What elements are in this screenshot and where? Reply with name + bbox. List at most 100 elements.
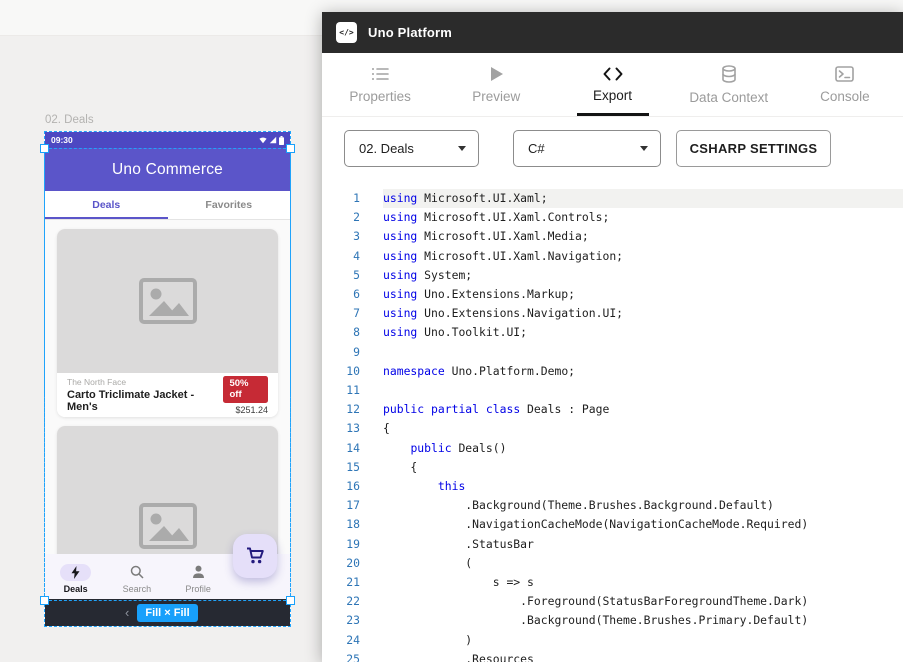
line-number: 8 [322,323,360,342]
line-number: 22 [322,592,360,611]
code-text: ( [383,554,903,573]
code-text: .Foreground(StatusBarForegroundTheme.Dar… [383,592,903,611]
code-text: .Background(Theme.Brushes.Primary.Defaul… [383,611,903,630]
app-tab-bar: Deals Favorites [45,191,290,220]
panel-title: Uno Platform [368,25,452,40]
signal-icon [269,136,277,144]
nav-item-deals[interactable]: Deals [45,564,106,594]
frame-label[interactable]: 02. Deals [45,114,94,126]
code-line: 15 { [322,458,903,477]
selection-handle[interactable] [286,144,295,153]
line-number: 14 [322,439,360,458]
code-line: 10namespace Uno.Platform.Demo; [322,362,903,381]
code-line: 9 [322,343,903,362]
code-text: using Uno.Extensions.Navigation.UI; [383,304,903,323]
code-text: .Background(Theme.Brushes.Background.Def… [383,496,903,515]
properties-icon [371,66,390,82]
code-line: 6using Uno.Extensions.Markup; [322,285,903,304]
code-line: 22 .Foreground(StatusBarForegroundTheme.… [322,592,903,611]
code-text: .Resources [383,650,903,662]
database-icon [721,65,737,83]
code-line: 17 .Background(Theme.Brushes.Background.… [322,496,903,515]
tab-properties[interactable]: Properties [322,53,438,116]
discount-badge: 50% off [223,376,268,403]
language-select-value: C# [528,141,545,156]
line-number: 23 [322,611,360,630]
line-number: 24 [322,631,360,650]
code-text: .StatusBar [383,535,903,554]
figma-size-badge: Fill × Fill [137,604,197,622]
tab-favorites[interactable]: Favorites [168,191,291,219]
tab-data-context[interactable]: Data Context [671,53,787,116]
page-select-value: 02. Deals [359,141,414,156]
selection-handle[interactable] [286,596,295,605]
phone-frame[interactable]: 09:30 Uno Commerce Deals Favorites [44,131,291,627]
code-text: s => s [383,573,903,592]
code-line: 23 .Background(Theme.Brushes.Primary.Def… [322,611,903,630]
tab-label: Preview [472,89,520,104]
code-line: 24 ) [322,631,903,650]
code-line: 4using Microsoft.UI.Xaml.Navigation; [322,247,903,266]
line-number: 9 [322,343,360,362]
code-text: this [383,477,903,496]
line-number: 18 [322,515,360,534]
selection-handle[interactable] [40,144,49,153]
nav-label: Profile [185,584,211,594]
selection-handle[interactable] [40,596,49,605]
csharp-settings-button[interactable]: CSHARP SETTINGS [676,130,831,167]
tab-export[interactable]: Export [554,53,670,116]
line-number: 11 [322,381,360,400]
code-text [383,343,903,362]
cart-icon [246,547,265,565]
uno-logo-icon: </> [336,22,357,43]
product-card[interactable]: The North Face Carto Triclimate Jacket -… [57,229,278,417]
battery-icon [279,136,284,145]
page-select-dropdown[interactable]: 02. Deals [344,130,479,167]
nav-item-profile[interactable]: Profile [168,564,229,594]
app-title: Uno Commerce [112,161,223,179]
code-icon [603,67,623,81]
code-line: 11 [322,381,903,400]
line-number: 17 [322,496,360,515]
code-line: 8using Uno.Toolkit.UI; [322,323,903,342]
chevron-down-icon [458,146,466,151]
tab-label: Properties [349,89,411,104]
product-name: Carto Triclimate Jacket - Men's [67,389,223,413]
tab-label: Export [593,88,632,103]
line-number: 15 [322,458,360,477]
line-number: 19 [322,535,360,554]
code-text [383,381,903,400]
code-line: 7 using Uno.Extensions.Navigation.UI; [322,304,903,323]
status-bar: 09:30 [45,132,290,148]
app-bar: Uno Commerce [45,148,290,191]
tab-preview[interactable]: Preview [438,53,554,116]
line-number: 12 [322,400,360,419]
export-toolbar: 02. Deals C# CSHARP SETTINGS [322,117,903,173]
product-brand: The North Face [67,377,223,387]
nav-label: Search [123,584,152,594]
chevron-down-icon [640,146,648,151]
code-line: 16 this [322,477,903,496]
cart-fab-button[interactable] [233,534,277,578]
active-tab-underline [577,113,649,116]
tab-deals[interactable]: Deals [45,191,168,219]
code-editor[interactable]: 1using Microsoft.UI.Xaml;2using Microsof… [322,189,903,662]
product-price: $251.24 [235,405,268,415]
line-number: 2 [322,208,360,227]
code-line: 18 .NavigationCacheMode(NavigationCacheM… [322,515,903,534]
code-text: using Microsoft.UI.Xaml.Navigation; [383,247,903,266]
back-chevron-icon[interactable]: ‹ [125,606,129,619]
code-line: 21 s => s [322,573,903,592]
tab-console[interactable]: Console [787,53,903,116]
line-number: 20 [322,554,360,573]
line-number: 3 [322,227,360,246]
product-info: The North Face Carto Triclimate Jacket -… [57,373,278,417]
line-number: 21 [322,573,360,592]
nav-item-search[interactable]: Search [106,564,167,594]
code-text: public partial class Deals : Page [383,400,903,419]
status-time: 09:30 [51,135,73,145]
tab-active-underline [45,217,168,219]
code-text: using Microsoft.UI.Xaml; [383,189,903,208]
language-select-dropdown[interactable]: C# [513,130,661,167]
line-number: 7 [322,304,360,323]
